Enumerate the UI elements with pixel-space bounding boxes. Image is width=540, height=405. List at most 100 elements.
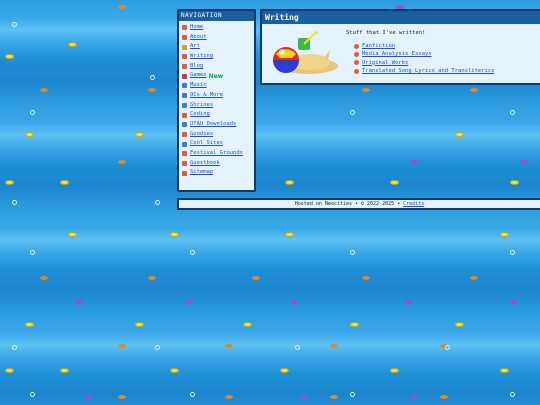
nav-item-writing[interactable]: Writing [182, 52, 254, 62]
nav-item-goodies[interactable]: Goodies [182, 130, 254, 140]
fish-icon [68, 42, 77, 47]
writing-link-item[interactable]: Translated Song Lyrics and Transliterics [354, 67, 494, 75]
writing-link[interactable]: Original Works [362, 60, 408, 66]
pencil-icon [354, 68, 359, 74]
nav-item-label[interactable]: Cool Sites [190, 140, 223, 146]
fish-icon [280, 368, 289, 373]
fish-icon [5, 54, 14, 59]
nav-item-coding[interactable]: Coding [182, 110, 254, 120]
fish-icon [225, 344, 233, 348]
new-badge: New [208, 72, 224, 80]
nav-item-about[interactable]: About [182, 33, 254, 43]
nav-item-label[interactable]: Home [190, 24, 203, 30]
fish-icon [75, 300, 83, 304]
nav-item-ocs-more[interactable]: OCs & More [182, 91, 254, 101]
fish-icon [330, 395, 338, 399]
navigation-heading: NAVIGATION [179, 11, 254, 21]
writing-link-item[interactable]: Media Analysis Essays [354, 50, 494, 58]
nav-item-icon [182, 131, 187, 137]
nav-item-icon [182, 44, 187, 50]
bubble-icon [190, 250, 195, 255]
fish-icon [60, 180, 69, 185]
fish-icon [410, 395, 418, 399]
fish-icon [40, 276, 48, 280]
intro-text: Stuff that I've written! [346, 30, 426, 36]
nav-item-cool-sites[interactable]: Cool Sites [182, 139, 254, 149]
nav-item-icon [182, 93, 187, 99]
nav-item-label[interactable]: Coding [190, 111, 210, 117]
nav-item-label[interactable]: Games [190, 72, 207, 78]
nav-item-shrines[interactable]: Shrines [182, 101, 254, 111]
nav-item-utau-downloads[interactable]: UTAU Downloads [182, 120, 254, 130]
nav-item-label[interactable]: About [190, 34, 207, 40]
nav-item-blog[interactable]: Blog [182, 62, 254, 72]
fish-icon [500, 232, 509, 237]
fish-icon [243, 322, 252, 327]
nav-item-icon [182, 64, 187, 70]
nav-item-guestbook[interactable]: Guestbook [182, 159, 254, 169]
fish-icon [405, 300, 413, 304]
fish-icon [148, 88, 156, 92]
fish-icon [135, 322, 144, 327]
writing-link[interactable]: Fanfiction [362, 43, 395, 49]
fish-icon [470, 88, 478, 92]
nav-item-label[interactable]: Blog [190, 63, 203, 69]
writing-link[interactable]: Translated Song Lyrics and Transliterics [362, 68, 494, 74]
nav-item-icon [182, 141, 187, 147]
bubble-icon [12, 200, 17, 205]
bubble-icon [510, 250, 515, 255]
fish-icon [300, 395, 308, 399]
fish-icon [440, 395, 448, 399]
nav-item-label[interactable]: OCs & More [190, 92, 223, 98]
writing-link-item[interactable]: Fanfiction [354, 42, 494, 50]
nav-item-icon [182, 83, 187, 89]
nav-item-sitemap[interactable]: Sitemap [182, 168, 254, 178]
writing-link-item[interactable]: Original Works [354, 59, 494, 67]
footer: Hosted on Neocities • © 2022-2025 • Cred… [177, 198, 540, 210]
nav-item-label[interactable]: UTAU Downloads [190, 121, 236, 127]
writing-link[interactable]: Media Analysis Essays [362, 51, 432, 57]
fish-icon [225, 395, 233, 399]
fish-icon [455, 132, 464, 137]
writing-links-list: Fanfiction Media Analysis Essays Original … [354, 42, 494, 75]
credits-link[interactable]: Credits [403, 201, 424, 207]
fish-icon [455, 322, 464, 327]
nav-item-label[interactable]: Sitemap [190, 169, 213, 175]
fish-icon [350, 322, 359, 327]
bubble-icon [350, 110, 355, 115]
nav-item-icon [182, 73, 187, 79]
nav-item-icon [182, 35, 187, 41]
fish-icon [5, 180, 14, 185]
fish-icon [290, 300, 298, 304]
nav-item-home[interactable]: Home [182, 23, 254, 33]
bubble-icon [295, 345, 300, 350]
bubble-icon [510, 110, 515, 115]
nav-item-label[interactable]: Festival Grounds [190, 150, 243, 156]
nav-item-label[interactable]: Art [190, 43, 200, 49]
bubble-icon [12, 345, 17, 350]
nav-item-label[interactable]: Goodies [190, 131, 213, 137]
fish-icon [330, 344, 338, 348]
beach-ball-sandcastle-image [273, 30, 338, 74]
nav-item-games[interactable]: Games New [182, 71, 254, 81]
bubble-icon [155, 345, 160, 350]
fish-icon [252, 276, 260, 280]
nav-item-label[interactable]: Music [190, 82, 207, 88]
nav-item-label[interactable]: Shrines [190, 102, 213, 108]
nav-item-label[interactable]: Writing [190, 53, 213, 59]
bubble-icon [155, 200, 160, 205]
nav-item-music[interactable]: Music [182, 81, 254, 91]
nav-item-art[interactable]: Art [182, 42, 254, 52]
writing-panel: Writing Stuff that I've written! Fanfict… [260, 9, 540, 85]
fish-icon [25, 132, 34, 137]
pencil-icon [354, 60, 359, 66]
fish-icon [5, 368, 14, 373]
bubble-icon [350, 392, 355, 397]
bubble-icon [30, 392, 35, 397]
bubble-icon [190, 392, 195, 397]
nav-item-icon [182, 151, 187, 157]
nav-item-label[interactable]: Guestbook [190, 160, 220, 166]
fish-icon [510, 180, 519, 185]
nav-item-festival-grounds[interactable]: Festival Grounds [182, 149, 254, 159]
footer-text: Hosted on Neocities • © 2022-2025 • [294, 201, 404, 207]
